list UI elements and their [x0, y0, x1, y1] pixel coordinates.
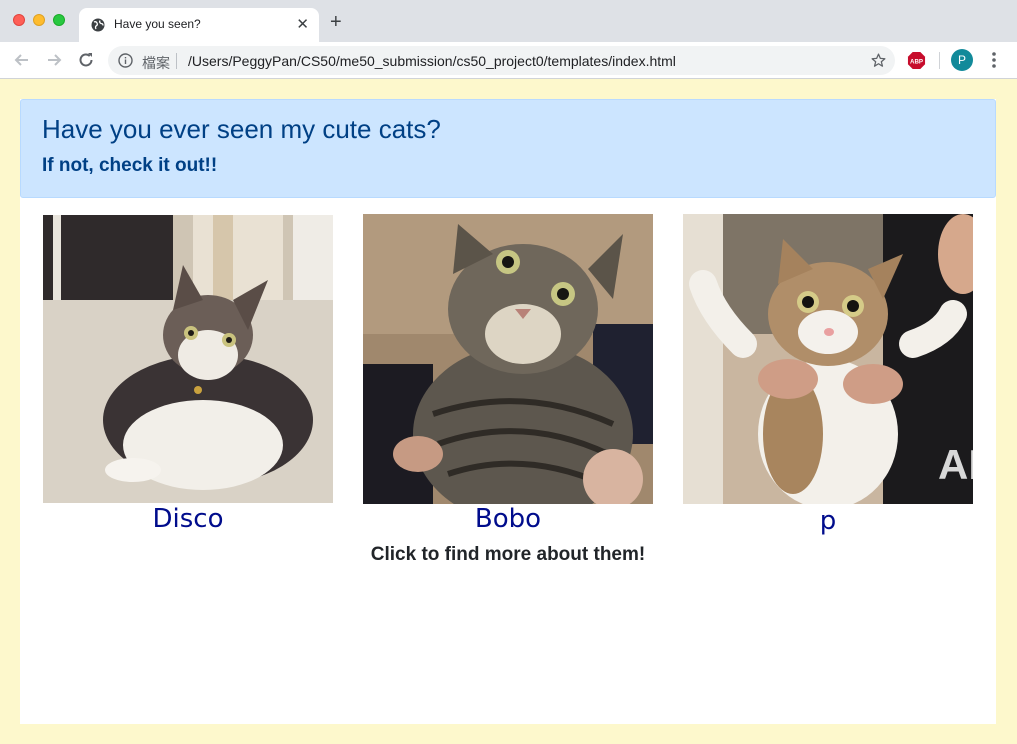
- cat-name-bobo[interactable]: Bobo: [363, 504, 653, 534]
- cat-photo-p[interactable]: AM: [683, 214, 973, 504]
- globe-icon: [91, 18, 105, 32]
- cat-image-p: AM: [683, 214, 973, 504]
- footer-text: Click to find more about them!: [370, 544, 646, 565]
- adblock-plus-icon[interactable]: ABP: [907, 51, 926, 70]
- browser-titlebar: Have you seen? ✕ +: [0, 0, 1017, 42]
- address-scheme-label: 檔案: [142, 55, 170, 71]
- close-window-button[interactable]: [13, 14, 25, 26]
- cat-name-p[interactable]: p: [683, 506, 973, 536]
- svg-text:ABP: ABP: [910, 58, 923, 65]
- cat-photo-disco[interactable]: [43, 215, 333, 503]
- cat-image-disco: [43, 215, 333, 503]
- content-container: Have you ever seen my cute cats? If not,…: [20, 99, 996, 724]
- toolbar-divider: [939, 52, 940, 69]
- browser-tab[interactable]: Have you seen? ✕: [79, 8, 319, 42]
- tab-title: Have you seen?: [114, 17, 201, 31]
- profile-avatar[interactable]: P: [951, 49, 973, 71]
- page-title: Have you ever seen my cute cats?: [42, 114, 441, 144]
- address-bar[interactable]: 檔案 /Users/PeggyPan/CS50/me50_submission/…: [108, 46, 895, 75]
- header-alert: Have you ever seen my cute cats? If not,…: [20, 99, 996, 198]
- cat-photo-bobo[interactable]: [363, 214, 653, 504]
- bookmark-star-icon[interactable]: [870, 52, 887, 69]
- forward-arrow-icon[interactable]: [44, 50, 64, 70]
- svg-text:AM: AM: [938, 441, 973, 488]
- close-tab-icon[interactable]: ✕: [296, 15, 309, 33]
- cat-image-bobo: [363, 214, 653, 504]
- page-viewport: Have you ever seen my cute cats? If not,…: [0, 79, 1017, 744]
- reload-icon[interactable]: [76, 50, 96, 70]
- back-arrow-icon[interactable]: [12, 50, 32, 70]
- zoom-window-button[interactable]: [53, 14, 65, 26]
- info-icon[interactable]: [118, 53, 133, 68]
- address-url[interactable]: /Users/PeggyPan/CS50/me50_submission/cs5…: [188, 53, 676, 69]
- new-tab-icon[interactable]: +: [330, 12, 342, 32]
- minimize-window-button[interactable]: [33, 14, 45, 26]
- browser-toolbar: 檔案 /Users/PeggyPan/CS50/me50_submission/…: [0, 42, 1017, 79]
- page-subtitle: If not, check it out!!: [42, 155, 218, 176]
- cat-name-disco[interactable]: Disco: [43, 504, 333, 534]
- kebab-menu-icon[interactable]: [986, 51, 1002, 69]
- address-divider: [176, 53, 177, 69]
